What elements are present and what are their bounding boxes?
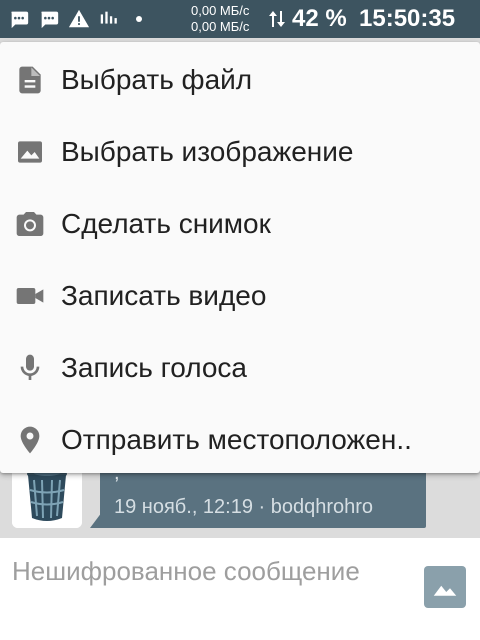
menu-item-label: Сделать снимок xyxy=(61,208,271,239)
file-icon xyxy=(19,66,41,94)
video-camera-icon xyxy=(16,288,44,304)
speed-up: 0,00 МБ/с xyxy=(191,3,250,18)
image-icon xyxy=(18,141,42,163)
menu-item-label: Отправить местоположен.. xyxy=(61,424,412,455)
signal-bars-icon xyxy=(100,11,117,24)
menu-item-record-voice[interactable]: Запись голоса xyxy=(0,332,480,404)
camera-icon xyxy=(16,212,44,236)
notification-icons xyxy=(8,6,142,32)
dot-icon xyxy=(136,16,142,22)
menu-item-select-image[interactable]: Выбрать изображение xyxy=(0,116,480,188)
menu-item-take-photo[interactable]: Сделать снимок xyxy=(0,188,480,260)
menu-item-send-location[interactable]: Отправить местоположен.. xyxy=(0,404,480,476)
chat-bubble-icon xyxy=(41,11,59,29)
menu-item-label: Выбрать изображение xyxy=(61,136,354,167)
network-speed: 0,00 МБ/с 0,00 МБ/с xyxy=(191,3,269,35)
battery-level: 42 % xyxy=(292,5,347,32)
speed-down: 0,00 МБ/с xyxy=(191,19,250,34)
data-arrows-icon xyxy=(269,11,285,27)
message-input[interactable] xyxy=(12,554,402,626)
status-bar: 0,00 МБ/с 0,00 МБ/с 42 % 15:50:35 xyxy=(0,0,480,38)
menu-item-label: Запись голоса xyxy=(61,352,248,383)
menu-item-record-video[interactable]: Записать видео xyxy=(0,260,480,332)
microphone-icon xyxy=(20,354,40,380)
clock: 15:50:35 xyxy=(359,5,456,32)
attachment-menu: Выбрать файл Выбрать изображение Сделать… xyxy=(0,42,480,473)
menu-item-label: Выбрать файл xyxy=(61,64,253,95)
menu-item-label: Записать видео xyxy=(61,280,267,311)
menu-item-select-file[interactable]: Выбрать файл xyxy=(0,44,480,116)
composer xyxy=(0,538,480,640)
message-meta: 19 нояб., 12:19 · bodqhrohro xyxy=(114,496,374,518)
attach-image-button[interactable] xyxy=(424,566,466,608)
chat-bubble-icon xyxy=(11,11,29,29)
location-pin-icon xyxy=(20,426,40,454)
warning-icon xyxy=(68,9,90,28)
image-icon xyxy=(433,585,457,596)
